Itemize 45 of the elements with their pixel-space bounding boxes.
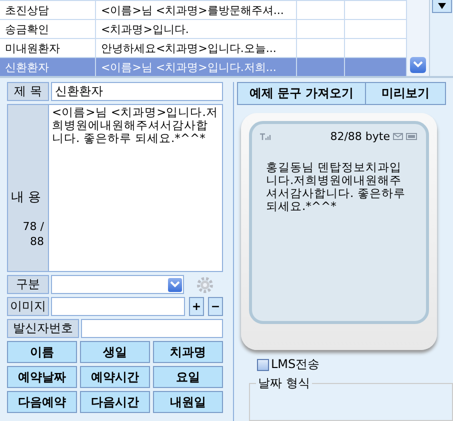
lms-label: LMS전송: [271, 356, 320, 374]
subject-field[interactable]: 신환환자: [51, 82, 223, 101]
toolbar-button[interactable]: 미리보기: [366, 83, 445, 104]
table-cell: <이름>님 <치과명>입니다.저희...: [96, 58, 297, 76]
category-dropdown[interactable]: [51, 275, 184, 294]
content-label: 내 용: [10, 189, 42, 206]
signal-icon: [260, 133, 272, 140]
table-cell: 초진상담: [0, 1, 96, 19]
category-label: 구분: [7, 275, 49, 294]
template-row[interactable]: 초진상담 <이름>님 <치과명>를방문해주셔...: [0, 0, 407, 19]
add-button[interactable]: +: [189, 297, 204, 316]
table-cell: <이름>님 <치과명>를방문해주셔...: [96, 1, 297, 19]
caret-icon: [170, 280, 180, 288]
char-count: 78 /: [22, 220, 44, 233]
dropdown-button[interactable]: [432, 0, 452, 13]
caret-icon: [413, 61, 423, 69]
sender-field[interactable]: [81, 319, 223, 338]
scroll-down-button[interactable]: [410, 57, 426, 73]
toolbar-button[interactable]: 예제 문구 가져오기: [238, 83, 366, 104]
char-limit: 88: [30, 235, 44, 248]
insert-button[interactable]: 내원일: [153, 391, 223, 413]
message-preview: 홍길동님 덴탑정보치과입니다.저희병원에내원해주셔서감사합니다. 좋은하루 되세요.*^^*: [265, 161, 406, 213]
template-row[interactable]: 송금확인 <치과명>입니다.: [0, 19, 407, 38]
insert-button[interactable]: 생일: [80, 341, 150, 363]
subject-label: 제 목: [7, 82, 49, 101]
caret-icon: [438, 3, 446, 9]
table-cell: <치과명>입니다.: [96, 20, 297, 38]
envelope-icon: [393, 133, 403, 140]
insert-button[interactable]: 이름: [7, 341, 77, 363]
byte-count: 82/88 byte: [330, 130, 390, 143]
remove-button[interactable]: −: [208, 297, 223, 316]
insert-button[interactable]: 예약날짜: [7, 366, 77, 388]
content-textarea[interactable]: <이름>님 <치과명>입니다.저희병원에내원해주셔서감사합니다. 좋은하루 되세요.*^^*: [49, 105, 222, 271]
battery-icon: [406, 133, 418, 140]
image-label: 이미지: [7, 297, 49, 316]
insert-button[interactable]: 예약시간: [80, 366, 150, 388]
image-field[interactable]: [51, 297, 185, 316]
insert-button[interactable]: 다음시간: [80, 391, 150, 413]
sender-label: 발신자번호: [7, 319, 79, 338]
insert-button[interactable]: 다음예약: [7, 391, 77, 413]
insert-button[interactable]: 치과명: [153, 341, 223, 363]
table-cell: 신환환자: [0, 58, 96, 76]
insert-button[interactable]: 요일: [153, 366, 223, 388]
lms-checkbox[interactable]: [257, 358, 269, 371]
table-cell: 송금확인: [0, 20, 96, 38]
